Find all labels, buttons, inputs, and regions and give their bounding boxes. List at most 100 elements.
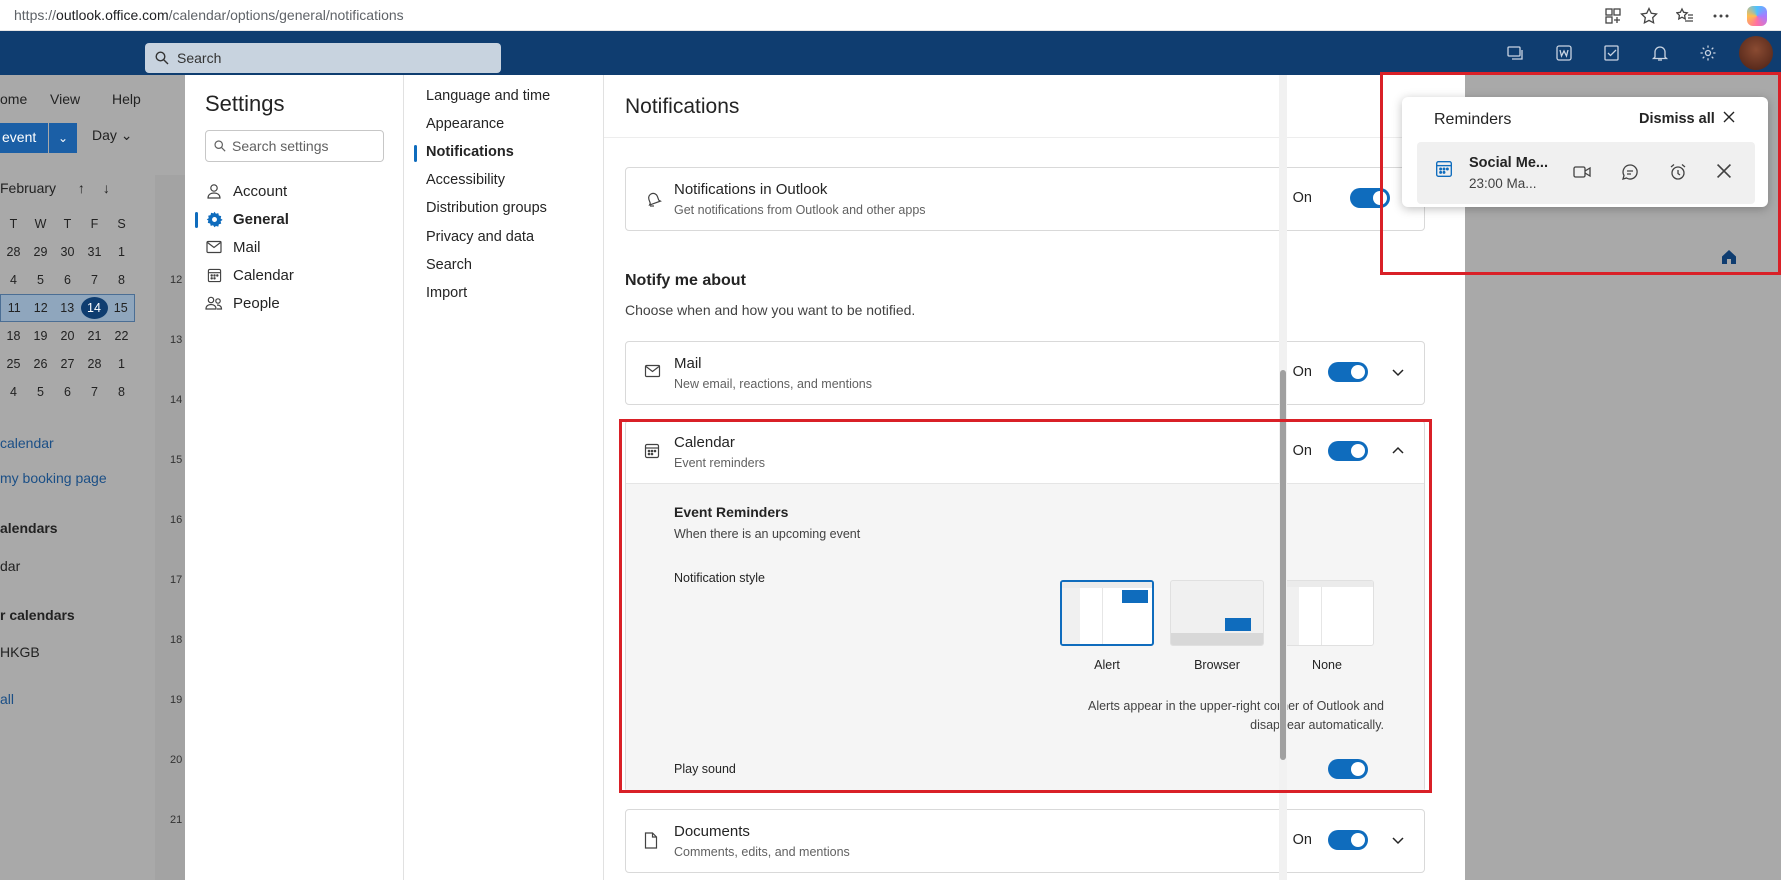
day-cell[interactable]: 11	[1, 301, 28, 315]
outlook-search-box[interactable]: Search	[145, 43, 501, 73]
gear-icon[interactable]	[1691, 36, 1725, 70]
chevron-down-icon[interactable]	[1390, 364, 1408, 382]
day-cell[interactable]: 6	[54, 385, 81, 399]
snooze-alarm-icon[interactable]	[1668, 162, 1690, 184]
chat-icon[interactable]	[1499, 36, 1533, 70]
favorite-star-icon[interactable]	[1635, 3, 1663, 29]
today-cell[interactable]: 14	[80, 297, 108, 319]
more-icon[interactable]	[1707, 3, 1735, 29]
day-cell[interactable]: 7	[81, 273, 108, 287]
day-cell[interactable]: 4	[0, 273, 27, 287]
arrow-up-icon[interactable]: ↑	[78, 180, 85, 196]
subnav-privacy-and-data[interactable]: Privacy and data	[426, 229, 534, 245]
arrow-down-icon[interactable]: ↓	[103, 180, 110, 196]
day-cell[interactable]: 5	[27, 273, 54, 287]
day-cell[interactable]: 18	[0, 329, 27, 343]
documents-notifications-card[interactable]: Documents Comments, edits, and mentions …	[625, 809, 1425, 873]
settings-search-input[interactable]: Search settings	[205, 130, 384, 162]
day-cell[interactable]: 7	[81, 385, 108, 399]
subnav-import[interactable]: Import	[426, 285, 467, 301]
show-all-link[interactable]: all	[0, 691, 14, 707]
scrollbar-thumb[interactable]	[1280, 370, 1286, 760]
word-app-icon[interactable]	[1547, 36, 1581, 70]
subnav-search[interactable]: Search	[426, 257, 472, 273]
copilot-icon[interactable]	[1743, 3, 1771, 29]
settings-nav-calendar[interactable]: Calendar	[205, 266, 294, 284]
add-calendar-link[interactable]: calendar	[0, 435, 54, 451]
day-cell[interactable]: 20	[54, 329, 81, 343]
day-cell[interactable]: 8	[108, 385, 135, 399]
booking-page-link[interactable]: my booking page	[0, 470, 107, 486]
day-cell[interactable]: 29	[27, 245, 54, 259]
subnav-appearance[interactable]: Appearance	[426, 116, 504, 132]
calendar-list-item[interactable]: dar	[0, 558, 20, 574]
outlook-notifications-toggle[interactable]	[1350, 188, 1390, 208]
address-bar[interactable]: https://outlook.office.com/calendar/opti…	[14, 7, 404, 23]
home-icon[interactable]	[1720, 248, 1738, 271]
bell-icon[interactable]	[1643, 36, 1677, 70]
chevron-down-icon[interactable]	[1390, 832, 1408, 850]
day-cell[interactable]: 15	[108, 301, 135, 315]
my-calendars-heading[interactable]: alendars	[0, 520, 58, 536]
weekday-label: S	[117, 217, 126, 231]
favorites-list-icon[interactable]	[1671, 3, 1699, 29]
settings-nav-general[interactable]: General	[195, 210, 289, 228]
close-icon[interactable]	[1722, 110, 1740, 128]
day-cell[interactable]: 31	[81, 245, 108, 259]
subnav-accessibility[interactable]: Accessibility	[426, 172, 505, 188]
day-cell[interactable]: 28	[0, 245, 27, 259]
mail-notifications-card[interactable]: Mail New email, reactions, and mentions …	[625, 341, 1425, 405]
video-join-icon[interactable]	[1572, 162, 1594, 184]
new-event-button[interactable]: event	[0, 123, 48, 153]
search-icon	[155, 51, 169, 65]
todo-icon[interactable]	[1595, 36, 1629, 70]
style-option-browser[interactable]: Browser	[1170, 580, 1264, 672]
day-cell[interactable]: 1	[108, 245, 135, 259]
day-cell[interactable]: 8	[108, 273, 135, 287]
new-event-dropdown[interactable]: ⌄	[49, 123, 77, 153]
day-cell[interactable]: 4	[0, 385, 27, 399]
tab-help[interactable]: Help	[112, 91, 141, 107]
tab-home[interactable]: ome	[0, 91, 27, 107]
settings-nav-people[interactable]: People	[205, 294, 280, 312]
style-option-none[interactable]: None	[1280, 580, 1374, 672]
calendar-list-item[interactable]: HKGB	[0, 644, 40, 660]
day-cell[interactable]: 6	[54, 273, 81, 287]
url-scheme: https://	[14, 7, 57, 23]
mail-notifications-toggle[interactable]	[1328, 362, 1368, 382]
day-cell[interactable]: 5	[27, 385, 54, 399]
style-option-alert[interactable]: Alert	[1060, 580, 1154, 672]
apps-icon[interactable]	[1599, 3, 1627, 29]
day-cell[interactable]: 12	[28, 301, 55, 315]
day-cell[interactable]: 22	[108, 329, 135, 343]
subnav-distribution-groups[interactable]: Distribution groups	[426, 200, 547, 216]
other-calendars-heading[interactable]: r calendars	[0, 607, 75, 623]
documents-notifications-toggle[interactable]	[1328, 830, 1368, 850]
day-cell[interactable]: 26	[27, 357, 54, 371]
tab-view[interactable]: View	[50, 91, 80, 107]
settings-nav-account[interactable]: Account	[205, 182, 287, 200]
day-cell[interactable]: 21	[81, 329, 108, 343]
day-cell[interactable]: 27	[54, 357, 81, 371]
chat-icon[interactable]	[1620, 162, 1642, 184]
day-cell[interactable]: 30	[54, 245, 81, 259]
subnav-notifications[interactable]: Notifications	[414, 144, 514, 162]
subnav-language-and-time[interactable]: Language and time	[426, 88, 550, 104]
day-cell[interactable]: 1	[108, 357, 135, 371]
day-cell[interactable]: 13	[54, 301, 81, 315]
hour-label: 14	[170, 394, 183, 406]
avatar[interactable]	[1739, 36, 1773, 70]
dismiss-icon[interactable]	[1715, 162, 1737, 184]
hour-label: 15	[170, 454, 183, 466]
view-dropdown[interactable]: Day ⌄	[92, 127, 133, 144]
day-cell[interactable]: 28	[81, 357, 108, 371]
selected-week-row: 11 12 13 14 15	[0, 294, 135, 322]
reminder-item[interactable]: Social Me... 23:00 Ma...	[1417, 142, 1755, 204]
dismiss-all-button[interactable]: Dismiss all	[1639, 111, 1715, 127]
chevron-up-icon[interactable]	[1390, 443, 1408, 461]
calendar-notifications-toggle[interactable]	[1328, 441, 1368, 461]
day-cell[interactable]: 19	[27, 329, 54, 343]
play-sound-toggle[interactable]	[1328, 759, 1368, 779]
day-cell[interactable]: 25	[0, 357, 27, 371]
settings-nav-mail[interactable]: Mail	[205, 238, 261, 256]
